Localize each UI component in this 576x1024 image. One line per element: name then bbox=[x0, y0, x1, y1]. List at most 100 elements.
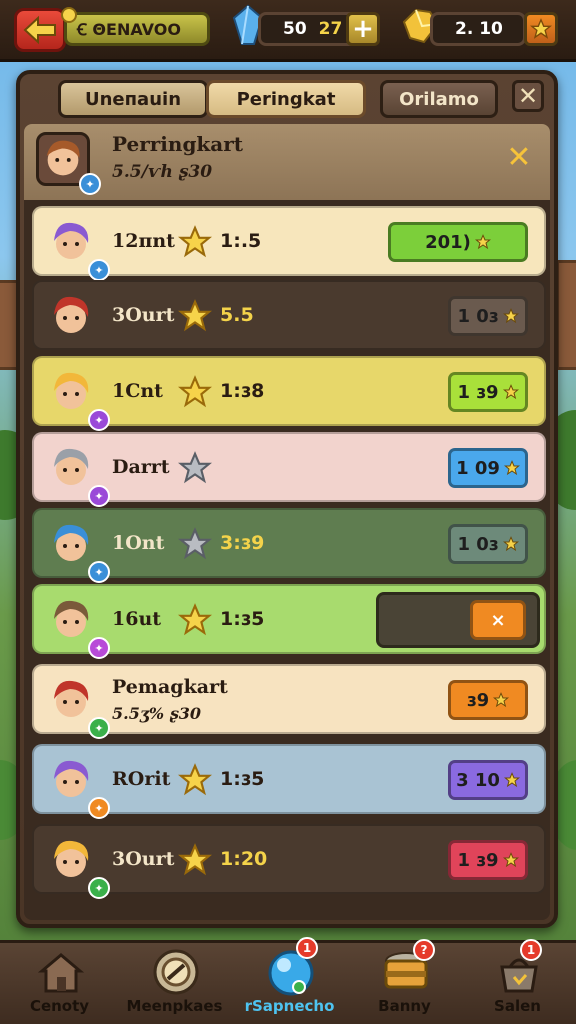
reward-button[interactable]: 3 10 bbox=[448, 760, 528, 800]
house-icon bbox=[37, 953, 85, 993]
tab-unepauin[interactable]: Uneпauin bbox=[58, 80, 208, 118]
star-icon bbox=[177, 299, 213, 333]
avatar bbox=[44, 289, 98, 343]
star-icon bbox=[177, 225, 213, 259]
hero-portrait-icon bbox=[54, 372, 89, 409]
rank-badge: ✦ bbox=[88, 637, 110, 659]
header-close-button[interactable]: ✕ bbox=[502, 140, 536, 175]
nav-label: Meenpkaes bbox=[126, 997, 223, 1015]
shield-icon bbox=[153, 949, 199, 995]
star-icon bbox=[502, 536, 519, 552]
hero-portrait-icon bbox=[54, 448, 89, 485]
player-name: ROrit bbox=[112, 768, 171, 790]
table-row[interactable]: ✦ 1Cnt 1:ɜ8 1 ɜ9 bbox=[32, 356, 546, 431]
star-icon bbox=[177, 527, 213, 561]
avatar: ✦ bbox=[36, 132, 101, 195]
score: 1:ɜ5 bbox=[220, 608, 265, 630]
back-button[interactable] bbox=[14, 8, 66, 52]
player-name: Darrt bbox=[112, 456, 170, 478]
score: 5.5 bbox=[220, 304, 254, 326]
player-name: 16ut bbox=[112, 608, 162, 630]
player-rank-header: ✦ Perringkart 5.5/ѵh ʂ30 ✕ bbox=[24, 124, 550, 200]
notification-badge: ? bbox=[413, 939, 435, 961]
rank-badge: ✦ bbox=[88, 409, 110, 431]
nav-item-salen[interactable]: 1 Salen bbox=[460, 939, 575, 1024]
player-name: Pemagkart bbox=[112, 676, 228, 698]
gems-value: 50 bbox=[283, 19, 307, 39]
tab-label: Orilamo bbox=[399, 88, 479, 110]
rank-badge: ✦ bbox=[88, 717, 110, 739]
notification-badge: 1 bbox=[520, 939, 542, 961]
add-gems-button[interactable]: + bbox=[346, 12, 380, 46]
player-name-pill[interactable]: Ꞓ ΘENAVOO bbox=[61, 7, 210, 46]
table-row[interactable]: ✦ 3Ourt 1:20 1 ɜ9 bbox=[32, 824, 546, 899]
star-icon bbox=[503, 460, 520, 476]
star-icon bbox=[177, 843, 213, 877]
score: 3:ɜ9 bbox=[220, 532, 265, 554]
reward-button[interactable]: 1 09 bbox=[448, 448, 528, 488]
nav-item-sapnecho[interactable]: 1 rSapnecho bbox=[232, 937, 347, 1024]
reward-button[interactable]: ɜ9 bbox=[448, 680, 528, 720]
rank-badge: ✦ bbox=[88, 877, 110, 899]
leaderboard-panel: Uneпauin Peringkat Orilamo ✕ ✦ Perringka… bbox=[16, 70, 558, 928]
reward-button[interactable]: 1 0ɜ bbox=[448, 524, 528, 564]
nav-item-banny[interactable]: ? Banny bbox=[347, 939, 462, 1024]
bottom-nav: Cenoty Meenpkaes 1 rSapnecho ? Banny 1 S… bbox=[0, 937, 576, 1024]
reward-button[interactable]: 1 ɜ9 bbox=[448, 372, 528, 412]
avatar: ✦ bbox=[44, 833, 110, 899]
tab-label: Peringkat bbox=[236, 88, 336, 110]
tab-bar: Uneпauin Peringkat Orilamo ✕ bbox=[20, 74, 554, 124]
table-row[interactable]: ✦ Darrt 1 09 bbox=[32, 432, 546, 507]
nav-label: Banny bbox=[378, 997, 431, 1015]
hero-portrait-icon bbox=[54, 296, 89, 333]
nav-label: rSapnecho bbox=[244, 997, 335, 1015]
reward-value: 1 0ɜ bbox=[457, 305, 499, 327]
star-icon bbox=[177, 603, 213, 637]
table-row[interactable]: ✦ ROrit 1:ɜ5 3 10 bbox=[32, 744, 546, 819]
player-name: 3Ourt bbox=[112, 848, 175, 870]
reward-button[interactable]: 1 0ɜ bbox=[448, 296, 528, 336]
plus-icon: + bbox=[352, 14, 374, 44]
avatar: ✦ bbox=[44, 215, 110, 281]
nav-label: Salen bbox=[494, 997, 541, 1015]
star-icon bbox=[493, 692, 510, 708]
avatar: ✦ bbox=[44, 673, 110, 739]
avatar: ✦ bbox=[44, 365, 110, 431]
coin-icon bbox=[61, 7, 77, 23]
reward-button[interactable]: 201) bbox=[388, 222, 528, 262]
score: 1:ɜ5 bbox=[220, 768, 265, 790]
table-row[interactable]: ✦ 1Ont 3:ɜ9 1 0ɜ bbox=[32, 508, 546, 583]
tab-peringkat[interactable]: Peringkat bbox=[206, 80, 366, 118]
star-icon bbox=[502, 308, 519, 324]
table-row[interactable]: 3Ourt 5.5 1 0ɜ bbox=[32, 280, 546, 350]
table-row[interactable]: ✦ Pemagkart 5.5ʒ% ʂ30 ɜ9 bbox=[32, 664, 546, 739]
score: 1:.5 bbox=[220, 230, 262, 252]
reward-value: 3 10 bbox=[456, 769, 500, 791]
reward-value: 1 ɜ9 bbox=[457, 381, 499, 403]
hero-portrait-icon bbox=[46, 140, 80, 176]
score: 1:ɜ8 bbox=[220, 380, 265, 402]
reward-value: 1 09 bbox=[456, 457, 500, 479]
nav-item-meenpkaes[interactable]: Meenpkaes bbox=[117, 943, 232, 1024]
hero-portrait-icon bbox=[54, 524, 89, 561]
star-icon bbox=[503, 772, 520, 788]
player-name: Ꞓ ΘENAVOO bbox=[77, 20, 181, 39]
avatar: ✦ bbox=[44, 441, 110, 507]
rank-badge: ✦ bbox=[88, 797, 110, 819]
table-row[interactable]: ✦ 16ut 1:ɜ5 × bbox=[32, 584, 546, 659]
reward-button[interactable]: 1 ɜ9 bbox=[448, 840, 528, 880]
tab-orilamo[interactable]: Orilamo bbox=[380, 80, 498, 118]
rank-badge: ✦ bbox=[88, 561, 110, 583]
table-row[interactable]: ✦ 12пnt 1:.5 201) bbox=[32, 206, 546, 281]
avatar: ✦ bbox=[44, 593, 110, 659]
crystals-star-button[interactable] bbox=[524, 12, 558, 46]
star-icon bbox=[502, 852, 519, 868]
nav-item-home[interactable]: Cenoty bbox=[2, 943, 117, 1024]
star-icon bbox=[474, 234, 491, 250]
avatar: ✦ bbox=[44, 517, 110, 583]
dismiss-button[interactable]: × bbox=[470, 600, 526, 640]
panel-close-button[interactable]: ✕ bbox=[512, 80, 544, 112]
player-name: 1Cnt bbox=[112, 380, 163, 402]
hero-portrait-icon bbox=[54, 680, 89, 717]
star-icon bbox=[502, 384, 519, 400]
